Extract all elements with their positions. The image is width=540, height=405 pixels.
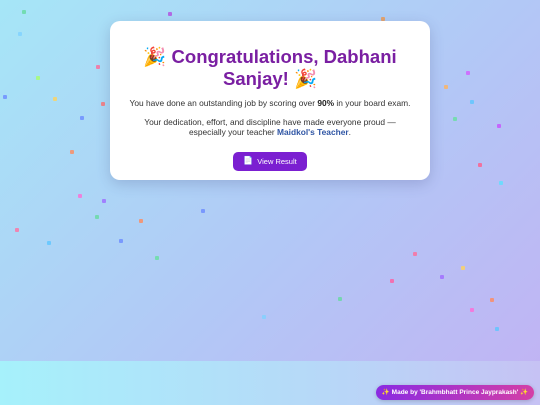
confetti-piece <box>80 116 84 120</box>
confetti-piece <box>53 97 57 101</box>
confetti-piece <box>70 150 74 154</box>
confetti-piece <box>453 117 457 121</box>
document-icon: 📄 <box>243 156 254 165</box>
party-popper-icon: 🎉 <box>293 68 317 89</box>
confetti-piece <box>15 228 19 232</box>
confetti-piece <box>96 65 100 69</box>
confetti-piece <box>102 199 106 203</box>
score-message: You have done an outstanding job by scor… <box>126 98 414 109</box>
confetti-piece <box>470 100 474 104</box>
view-result-label: View Result <box>257 156 297 166</box>
confetti-piece <box>490 298 494 302</box>
dedication-text: Your dedication, effort, and discipline … <box>144 116 396 138</box>
confetti-piece <box>78 194 82 198</box>
confetti-piece <box>413 252 417 256</box>
dedication-message: Your dedication, effort, and discipline … <box>126 117 414 138</box>
congratulations-title: 🎉 Congratulations, Dabhani Sanjay! 🎉 <box>126 46 414 90</box>
confetti-piece <box>18 32 22 36</box>
confetti-piece <box>262 315 266 319</box>
dedication-end: . <box>348 127 351 137</box>
confetti-piece <box>201 209 205 213</box>
score-message-start: You have done an outstanding job by scor… <box>129 98 318 108</box>
confetti-piece <box>101 102 105 106</box>
party-popper-icon: 🎉 <box>143 46 167 67</box>
confetti-piece <box>466 71 470 75</box>
confetti-piece <box>119 239 123 243</box>
confetti-piece <box>338 297 342 301</box>
score-value: 90% <box>317 98 335 108</box>
score-message-end: in your board exam. <box>334 98 411 108</box>
confetti-piece <box>470 308 474 312</box>
title-text: Congratulations, Dabhani Sanjay! <box>171 46 397 89</box>
confetti-piece <box>3 95 7 99</box>
view-result-button[interactable]: 📄 View Result <box>233 151 307 171</box>
confetti-piece <box>139 219 143 223</box>
confetti-piece <box>497 124 501 128</box>
confetti-piece <box>168 12 172 16</box>
confetti-piece <box>440 275 444 279</box>
made-by-badge: ✨ Made by 'Brahmbhatt Prince Jayprakash'… <box>376 385 534 400</box>
confetti-piece <box>390 279 394 283</box>
congratulations-card: 🎉 Congratulations, Dabhani Sanjay! 🎉 You… <box>110 21 430 180</box>
confetti-piece <box>47 241 51 245</box>
confetti-piece <box>444 85 448 89</box>
confetti-piece <box>495 327 499 331</box>
confetti-piece <box>36 76 40 80</box>
confetti-piece <box>155 256 159 260</box>
confetti-piece <box>499 181 503 185</box>
teacher-name: Maidkol's Teacher <box>277 127 349 137</box>
confetti-piece <box>22 10 26 14</box>
confetti-piece <box>95 215 99 219</box>
confetti-piece <box>461 266 465 270</box>
confetti-piece <box>478 163 482 167</box>
